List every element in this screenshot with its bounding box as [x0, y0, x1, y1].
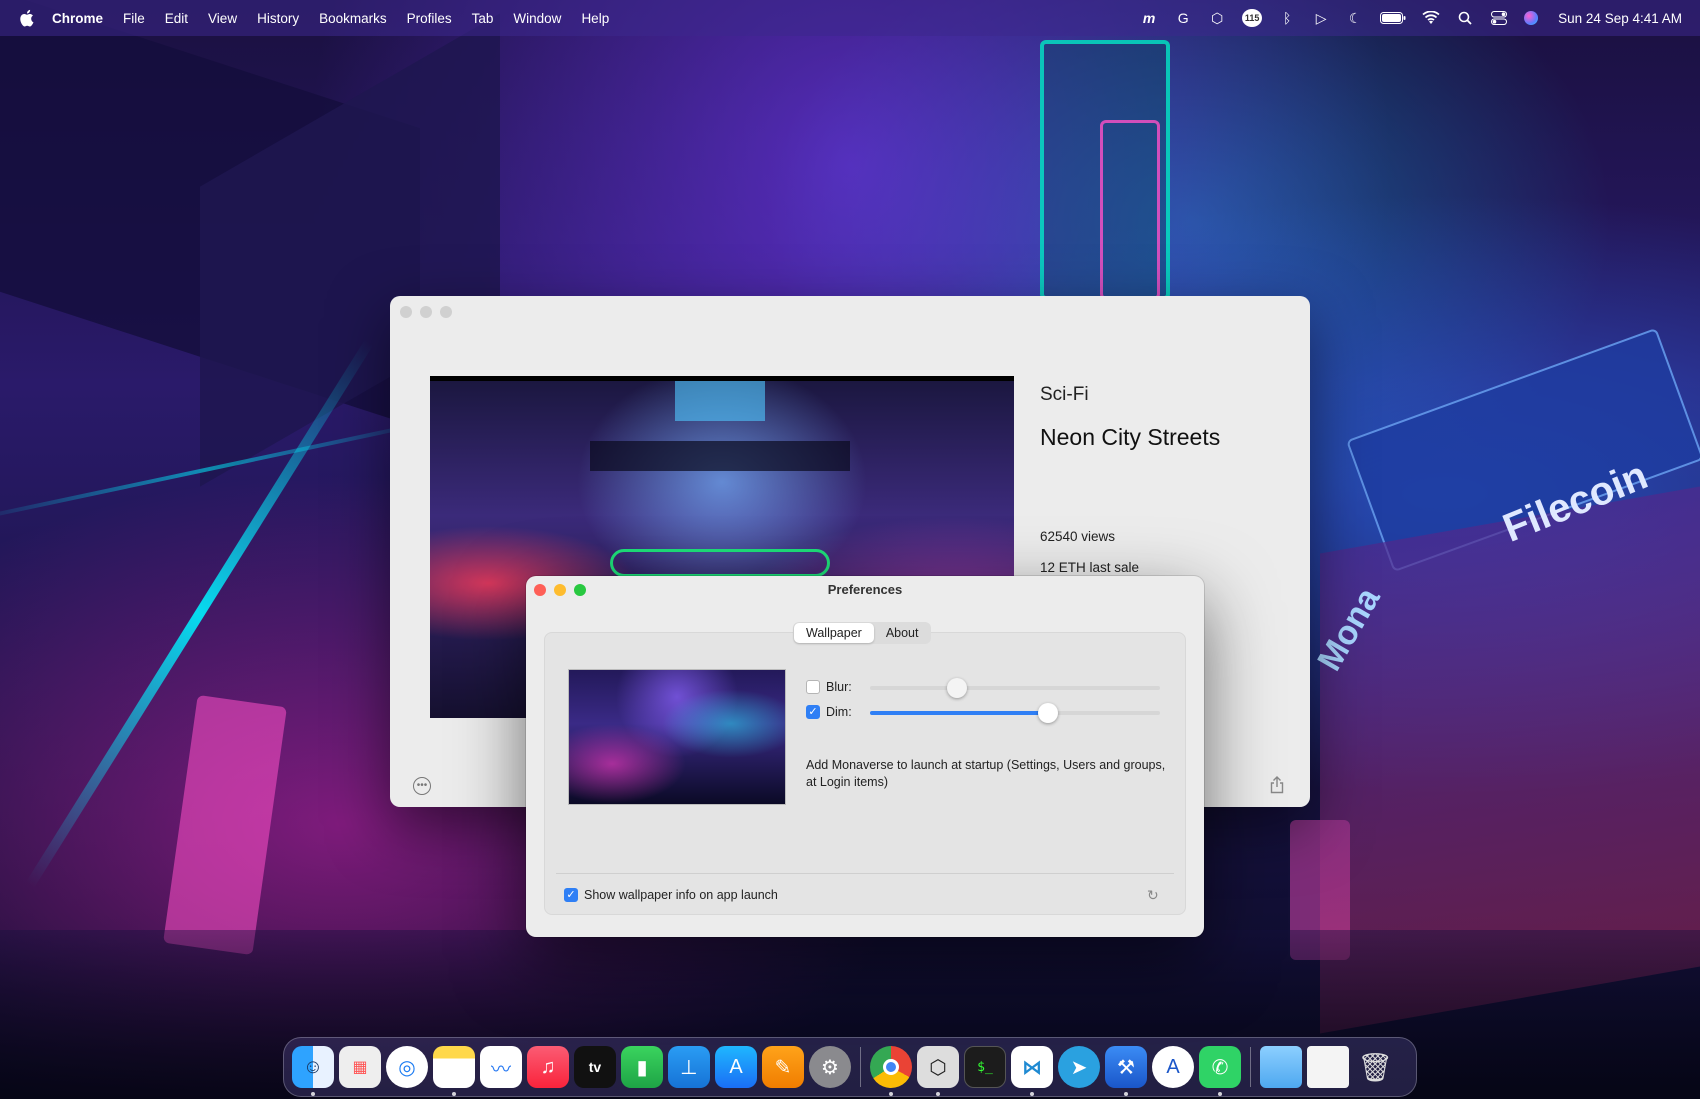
blur-row: Blur: [806, 680, 852, 694]
menu-app-name[interactable]: Chrome [52, 11, 103, 26]
menu-file[interactable]: File [123, 11, 145, 26]
pages-icon[interactable]: ✎ [762, 1046, 804, 1088]
play-icon[interactable]: ▷ [1312, 10, 1330, 26]
prefs-window-title: Preferences [827, 582, 903, 597]
blur-slider[interactable] [870, 678, 1160, 698]
dim-row: ✓ Dim: [806, 705, 852, 719]
show-info-checkbox[interactable]: ✓ [564, 888, 578, 902]
dim-checkbox[interactable]: ✓ [806, 705, 820, 719]
show-info-row: ✓ Show wallpaper info on app launch [564, 888, 778, 902]
bluetooth-icon[interactable]: ᛒ [1278, 10, 1296, 26]
wallpaper-last-sale: 12 ETH last sale [1040, 560, 1140, 575]
wallpaper-category: Sci-Fi [1040, 384, 1089, 405]
siri-icon[interactable] [1524, 11, 1539, 25]
more-options-icon[interactable]: ••• [413, 777, 431, 795]
telegram-icon[interactable]: ➤ [1058, 1046, 1100, 1088]
dock: ☺ ▦ ◎ 〰 ♫ tv ▮ ⊥ A ✎ ⚙ ⬡ $_ ⋈ ➤ ⚒ A ✆ 🗑 [283, 1037, 1417, 1097]
refresh-icon[interactable]: ↻ [1147, 887, 1159, 904]
system-settings-icon[interactable]: ⚙ [809, 1046, 851, 1088]
wallpaper-views: 62540 views [1040, 529, 1116, 544]
running-indicator [1030, 1092, 1034, 1096]
running-indicator [1218, 1092, 1222, 1096]
preview-bridge-shape [590, 441, 850, 471]
dim-slider-fill [870, 711, 1048, 715]
menu-bar: Chrome File Edit View History Bookmarks … [0, 0, 1700, 36]
unity-app-icon[interactable]: ⬡ [917, 1046, 959, 1096]
keynote-icon[interactable]: ⊥ [668, 1046, 710, 1088]
blur-checkbox[interactable] [806, 680, 820, 694]
control-center-icon[interactable] [1490, 10, 1508, 26]
finder-icon[interactable]: ☺ [292, 1046, 334, 1096]
startup-note: Add Monaverse to launch at startup (Sett… [806, 758, 1166, 789]
xcode-icon[interactable]: ⚒ [1105, 1046, 1147, 1096]
running-indicator [452, 1092, 456, 1096]
status-area: m G ⬡ 115 ᛒ ▷ ☾ Sun 24 Sep 4:41 AM [1140, 0, 1682, 36]
vscode-icon[interactable]: ⋈ [1011, 1046, 1053, 1096]
prefs-tab-bar: Wallpaper About [793, 622, 932, 644]
menu-view[interactable]: View [208, 11, 237, 26]
menu-window[interactable]: Window [513, 11, 561, 26]
music-icon[interactable]: ♫ [527, 1046, 569, 1088]
wifi-icon[interactable] [1422, 10, 1440, 26]
menu-bookmarks[interactable]: Bookmarks [319, 11, 387, 26]
wallpaper-thumbnail [568, 669, 786, 805]
downloads-stack-icon[interactable] [1307, 1046, 1349, 1088]
close-button[interactable] [400, 306, 412, 318]
share-icon[interactable] [1269, 776, 1285, 794]
notes-icon[interactable] [433, 1046, 475, 1096]
running-indicator [936, 1092, 940, 1096]
menu-help[interactable]: Help [581, 11, 609, 26]
trash-icon[interactable]: 🗑 [1354, 1046, 1396, 1088]
dim-slider[interactable] [870, 703, 1160, 723]
dim-label: Dim: [826, 705, 852, 719]
running-indicator [1124, 1092, 1128, 1096]
dock-separator [860, 1047, 861, 1087]
window-controls [400, 306, 452, 318]
menu-edit[interactable]: Edit [165, 11, 188, 26]
launchpad-icon[interactable]: ▦ [339, 1046, 381, 1088]
wallpaper-title: Neon City Streets [1040, 424, 1221, 450]
app-store-icon[interactable]: A [715, 1046, 757, 1088]
tab-wallpaper[interactable]: Wallpaper [794, 623, 874, 643]
apple-menu-icon[interactable] [18, 9, 34, 27]
preferences-window: Preferences Wallpaper About Blur: ✓ Dim:… [526, 576, 1204, 937]
chrome-icon[interactable] [870, 1046, 912, 1096]
unity-icon[interactable]: ⬡ [1208, 10, 1226, 26]
preview-neon-ring [610, 549, 830, 577]
menu-profiles[interactable]: Profiles [407, 11, 452, 26]
whatsapp-icon[interactable]: ✆ [1199, 1046, 1241, 1096]
grammarly-icon[interactable]: G [1174, 10, 1192, 26]
dock-separator [1250, 1047, 1251, 1087]
preview-sign-shape [675, 381, 765, 421]
dim-slider-knob[interactable] [1038, 703, 1058, 723]
terminal-icon[interactable]: $_ [964, 1046, 1006, 1088]
zoom-button[interactable] [440, 306, 452, 318]
freeform-icon[interactable]: 〰 [480, 1046, 522, 1088]
minimize-button[interactable] [420, 306, 432, 318]
battery-icon[interactable] [1380, 10, 1406, 26]
menu-history[interactable]: History [257, 11, 299, 26]
folder-icon[interactable] [1260, 1046, 1302, 1088]
numbers-icon[interactable]: ▮ [621, 1046, 663, 1088]
menubar-clock[interactable]: Sun 24 Sep 4:41 AM [1558, 11, 1682, 26]
search-icon[interactable] [1456, 10, 1474, 26]
badge-icon[interactable]: 115 [1242, 9, 1263, 27]
blur-slider-knob[interactable] [947, 678, 967, 698]
prefs-divider [556, 873, 1174, 874]
blur-label: Blur: [826, 680, 852, 694]
running-indicator [889, 1092, 893, 1096]
instruments-icon[interactable]: A [1152, 1046, 1194, 1088]
monaverse-icon[interactable]: m [1140, 10, 1158, 26]
running-indicator [311, 1092, 315, 1096]
menu-tab[interactable]: Tab [472, 11, 494, 26]
moon-icon[interactable]: ☾ [1346, 10, 1364, 26]
tab-about[interactable]: About [874, 623, 931, 643]
tv-icon[interactable]: tv [574, 1046, 616, 1088]
show-info-label: Show wallpaper info on app launch [584, 888, 778, 902]
safari-icon[interactable]: ◎ [386, 1046, 428, 1088]
